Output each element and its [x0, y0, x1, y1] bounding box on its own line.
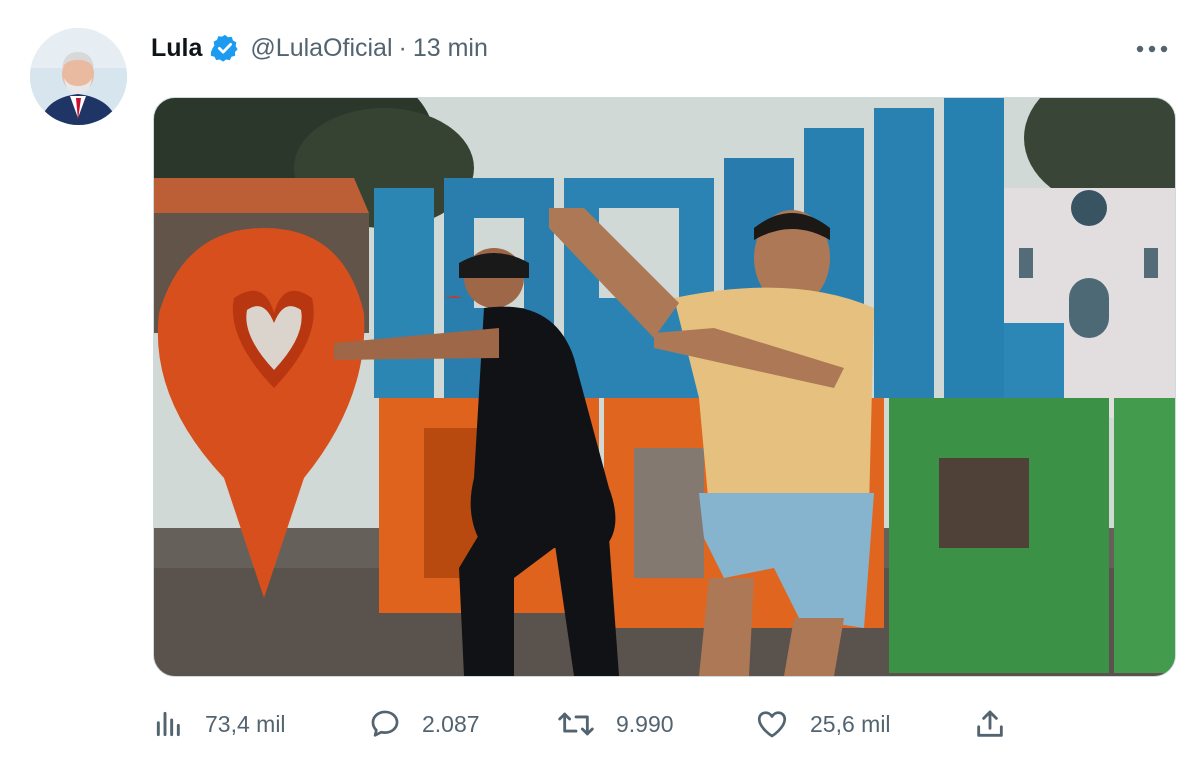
views-button[interactable]: 73,4 mil — [153, 700, 286, 748]
reply-button[interactable]: 2.087 — [368, 700, 480, 748]
retweet-icon — [558, 712, 594, 736]
like-count: 25,6 mil — [810, 710, 891, 737]
share-icon — [977, 710, 1003, 737]
like-button[interactable]: 25,6 mil — [754, 700, 891, 748]
reply-count: 2.087 — [422, 710, 480, 737]
author-name[interactable]: Lula — [151, 34, 202, 63]
header-separator: · — [398, 33, 407, 62]
retweet-button[interactable]: 9.990 — [556, 700, 674, 748]
more-dots-icon — [1136, 45, 1168, 53]
tweet-media-video[interactable] — [153, 97, 1176, 677]
comment-icon — [371, 710, 399, 737]
heart-icon — [757, 711, 787, 738]
tweet-header: Lula @LulaOficial · 13 min — [151, 32, 488, 64]
more-options-button[interactable] — [1132, 36, 1172, 62]
author-handle[interactable]: @LulaOficial — [250, 34, 392, 63]
retweet-count: 9.990 — [616, 710, 674, 737]
tweet-actions: 73,4 mil 2.087 9.990 25,6 mil — [153, 700, 1013, 748]
avatar-image — [30, 28, 127, 125]
share-button[interactable] — [973, 700, 1027, 748]
bar-chart-icon — [156, 711, 180, 737]
verified-badge-icon — [210, 33, 240, 63]
views-count: 73,4 mil — [205, 710, 286, 737]
video-thumbnail — [154, 98, 1175, 676]
avatar[interactable] — [30, 28, 127, 125]
tweet-timestamp[interactable]: 13 min — [413, 34, 488, 63]
